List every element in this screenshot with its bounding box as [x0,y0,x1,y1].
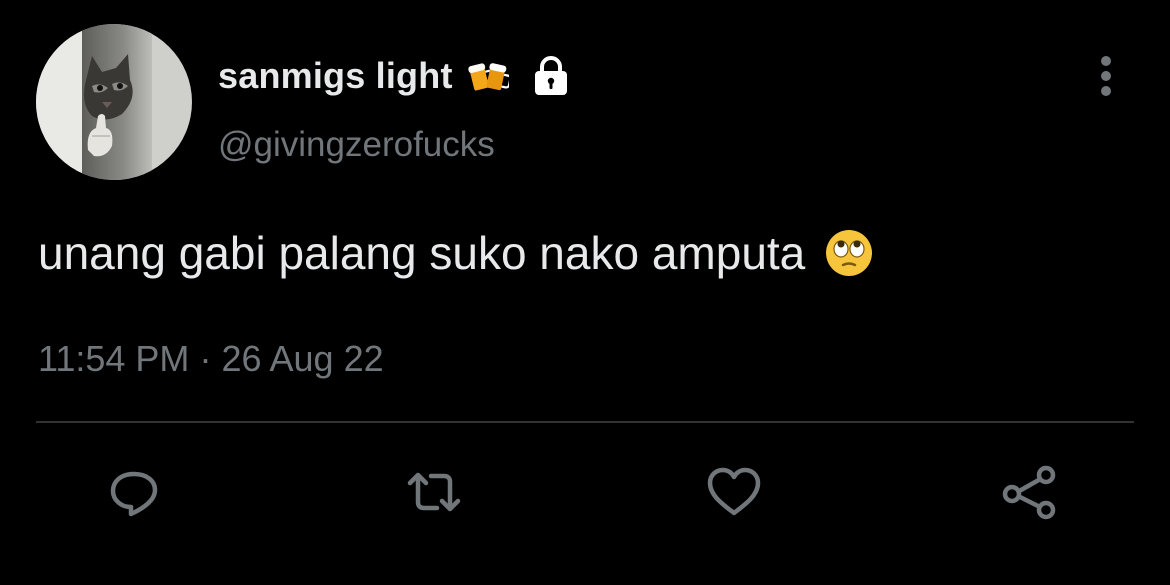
like-button[interactable] [704,462,764,522]
tweet-timestamp[interactable]: 11:54 PM · 26 Aug 22 [38,338,384,380]
meta-separator: · [199,338,212,379]
name-row: sanmigs light [218,52,573,100]
tweet-text: unang gabi palang suko nako amputa [38,226,875,280]
share-button[interactable] [1000,462,1060,522]
tweet-date: 26 Aug 22 [221,338,384,379]
share-icon [1002,465,1056,520]
cat-image [84,54,133,157]
tweet-time: 11:54 PM [38,338,190,379]
more-options-button[interactable] [1086,52,1126,102]
retweet-icon [407,472,461,512]
more-vertical-icon [1101,56,1111,96]
retweet-button[interactable] [404,462,464,522]
face-with-rolling-eyes-icon [826,230,873,276]
lock-icon [534,56,567,95]
beer-mugs-icon [467,63,509,91]
reply-button[interactable] [104,462,164,522]
user-handle[interactable]: @givingzerofucks [218,125,495,165]
divider [36,421,1134,423]
like-icon [707,467,761,516]
tweet-text-content: unang gabi palang suko nako amputa [38,227,806,279]
reply-icon [110,471,158,517]
display-name[interactable]: sanmigs light [218,55,453,97]
tweet: sanmigs light @givingzerofucks unang gab… [0,0,1170,585]
avatar[interactable] [36,24,192,180]
